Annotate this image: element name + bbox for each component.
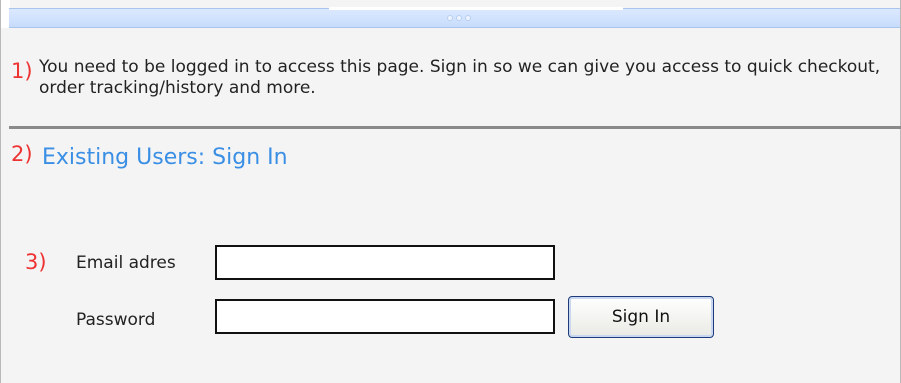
annotation-marker-3: 3) [25, 250, 47, 274]
page-frame: 1) You need to be logged in to access th… [0, 0, 901, 383]
password-field[interactable] [215, 299, 555, 334]
top-bar-tab [329, 7, 623, 10]
email-label: Email adres [76, 253, 176, 273]
grip-dot [447, 15, 453, 21]
collapsible-top-bar[interactable] [9, 7, 900, 28]
sign-in-button[interactable]: Sign In [568, 296, 714, 338]
email-field[interactable] [215, 245, 555, 280]
login-required-message: You need to be logged in to access this … [39, 57, 881, 98]
password-label: Password [76, 310, 156, 330]
section-divider [9, 126, 901, 129]
grip-dot [456, 15, 462, 21]
sign-in-heading: Existing Users: Sign In [42, 145, 288, 170]
grip-handle-icon[interactable] [447, 15, 475, 22]
annotation-marker-2: 2) [11, 142, 33, 166]
annotation-marker-1: 1) [11, 59, 33, 83]
grip-dot [465, 15, 471, 21]
